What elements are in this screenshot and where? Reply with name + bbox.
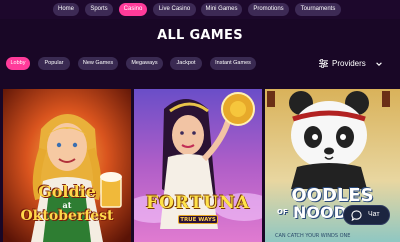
filter-jackpot[interactable]: Jackpot <box>170 57 202 70</box>
nav-item-promotions[interactable]: Promotions <box>248 3 289 16</box>
filter-instant-games[interactable]: Instant Games <box>210 57 256 70</box>
providers-label: Providers <box>332 59 366 68</box>
filter-popular[interactable]: Popular <box>38 57 70 70</box>
nav-item-mini-games[interactable]: Mini Games <box>201 3 242 16</box>
nav-item-sports[interactable]: Sports <box>85 3 113 16</box>
game-tagline: CAN CATCH YOUR WINDS ONE <box>275 233 351 239</box>
game-title-prefix: OF <box>277 208 288 216</box>
game-tile-fortuna[interactable]: FORTUNA TRUE WAYS <box>134 89 262 242</box>
nav-item-live-casino[interactable]: Live Casino <box>153 3 196 16</box>
chevron-down-icon <box>376 62 382 66</box>
game-title-line3: Oktoberfest <box>20 208 114 224</box>
nav-item-casino[interactable]: Casino <box>119 3 147 16</box>
game-title-suffix: NOOD <box>293 203 347 222</box>
chat-bubble-icon <box>351 210 362 221</box>
filter-megaways[interactable]: Megaways <box>126 57 163 70</box>
chat-label: Чат <box>368 211 380 218</box>
page-title: ALL GAMES <box>157 28 243 43</box>
game-tile-goldie-oktoberfest[interactable]: Goldie at Oktoberfest <box>3 89 131 242</box>
chat-button[interactable]: Чат <box>343 205 390 225</box>
sliders-icon <box>319 59 328 68</box>
nav-item-tournaments[interactable]: Tournaments <box>295 3 341 16</box>
nav-item-home[interactable]: Home <box>53 3 79 16</box>
game-title-fortuna: FORTUNA <box>146 193 250 213</box>
true-ways-badge: TRUE WAYS <box>178 215 218 224</box>
filter-lobby[interactable]: Lobby <box>6 57 30 70</box>
badge-label: TRUE WAYS <box>180 217 216 223</box>
providers-dropdown[interactable]: Providers <box>319 57 389 70</box>
filter-new-games[interactable]: New Games <box>78 57 118 70</box>
top-navigation: Home Sports Casino Live Casino Mini Game… <box>0 0 400 19</box>
game-title-line1: Goldie <box>38 182 96 201</box>
